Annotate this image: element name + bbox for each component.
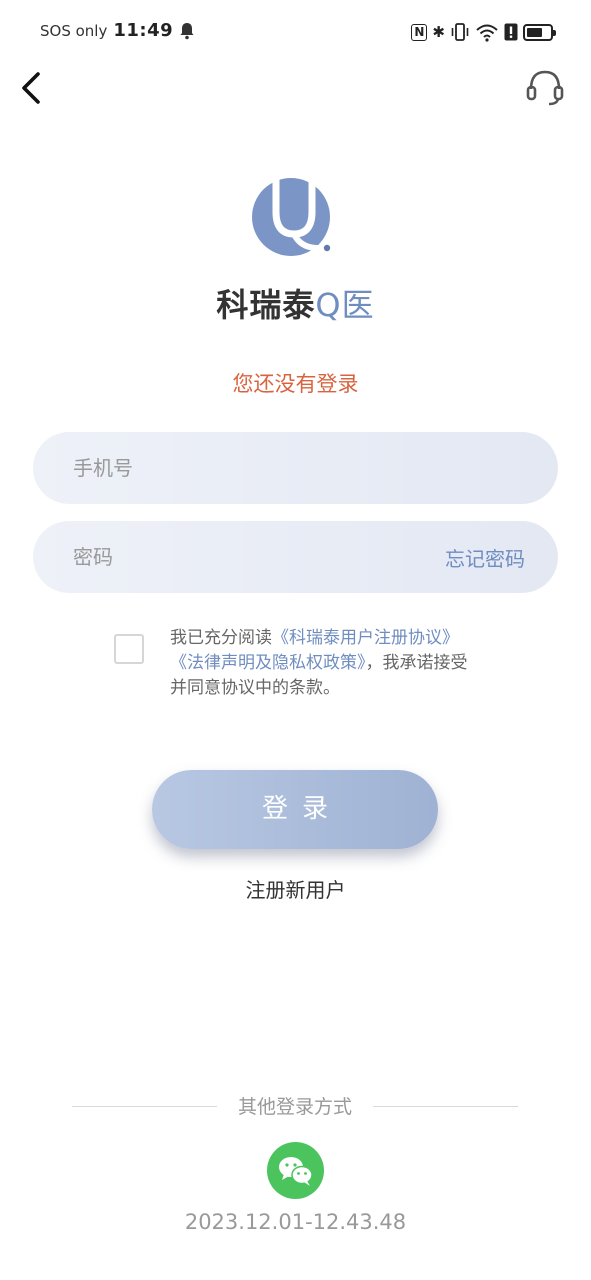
login-status-hint: 您还没有登录 xyxy=(232,372,359,396)
wechat-login-button[interactable] xyxy=(267,1142,324,1199)
brand-name-q: Q医 xyxy=(315,286,375,324)
battery-tip xyxy=(553,29,556,36)
back-button[interactable] xyxy=(14,68,50,108)
privacy-policy-link[interactable]: 《法律声明及隐私权政策》 xyxy=(170,653,366,673)
user-agreement-link[interactable]: 《科瑞泰用户注册协议》 xyxy=(272,628,459,648)
status-left: SOS only 11:49 xyxy=(40,20,195,41)
status-bar: SOS only 11:49 N ✱ xyxy=(0,0,591,66)
agreement-text: 我已充分阅读《科瑞泰用户注册协议》《法律声明及隐私权政策》，我承诺接受并同意协议… xyxy=(170,626,480,701)
carrier-label: SOS only xyxy=(40,21,108,40)
password-input[interactable] xyxy=(73,521,413,593)
forgot-password-link[interactable]: 忘记密码 xyxy=(445,543,525,572)
alert-icon xyxy=(504,23,518,41)
bluetooth-icon: ✱ xyxy=(432,23,445,41)
bell-icon xyxy=(180,22,194,39)
phone-input[interactable] xyxy=(73,432,413,504)
vibrate-icon xyxy=(451,23,469,41)
wechat-icon xyxy=(279,1157,313,1186)
chevron-left-icon xyxy=(22,72,40,104)
headset-icon xyxy=(526,70,564,106)
version-label: 2023.12.01-12.43.48 xyxy=(184,1210,407,1234)
wifi-icon xyxy=(476,24,498,42)
brand-name-main: 科瑞泰 xyxy=(216,286,316,324)
status-time: 11:49 xyxy=(113,20,174,41)
brand-name: 科瑞泰Q医 xyxy=(0,280,591,326)
divider-right xyxy=(373,1106,518,1107)
status-right: N ✱ xyxy=(411,20,556,44)
agreement-checkbox[interactable] xyxy=(114,634,144,664)
phone-field[interactable] xyxy=(33,432,558,504)
nfc-icon: N xyxy=(411,23,428,41)
password-field[interactable]: 忘记密码 xyxy=(33,521,558,593)
customer-service-button[interactable] xyxy=(525,67,565,107)
other-login-divider: 其他登录方式 xyxy=(72,1092,518,1122)
agreement-prefix: 我已充分阅读 xyxy=(170,628,272,648)
login-button[interactable]: 登录 xyxy=(152,770,438,849)
stethoscope-logo-icon xyxy=(252,178,333,256)
battery-level xyxy=(527,27,542,37)
app-logo xyxy=(250,176,336,260)
battery-icon xyxy=(523,23,556,41)
register-link[interactable]: 注册新用户 xyxy=(0,874,591,903)
